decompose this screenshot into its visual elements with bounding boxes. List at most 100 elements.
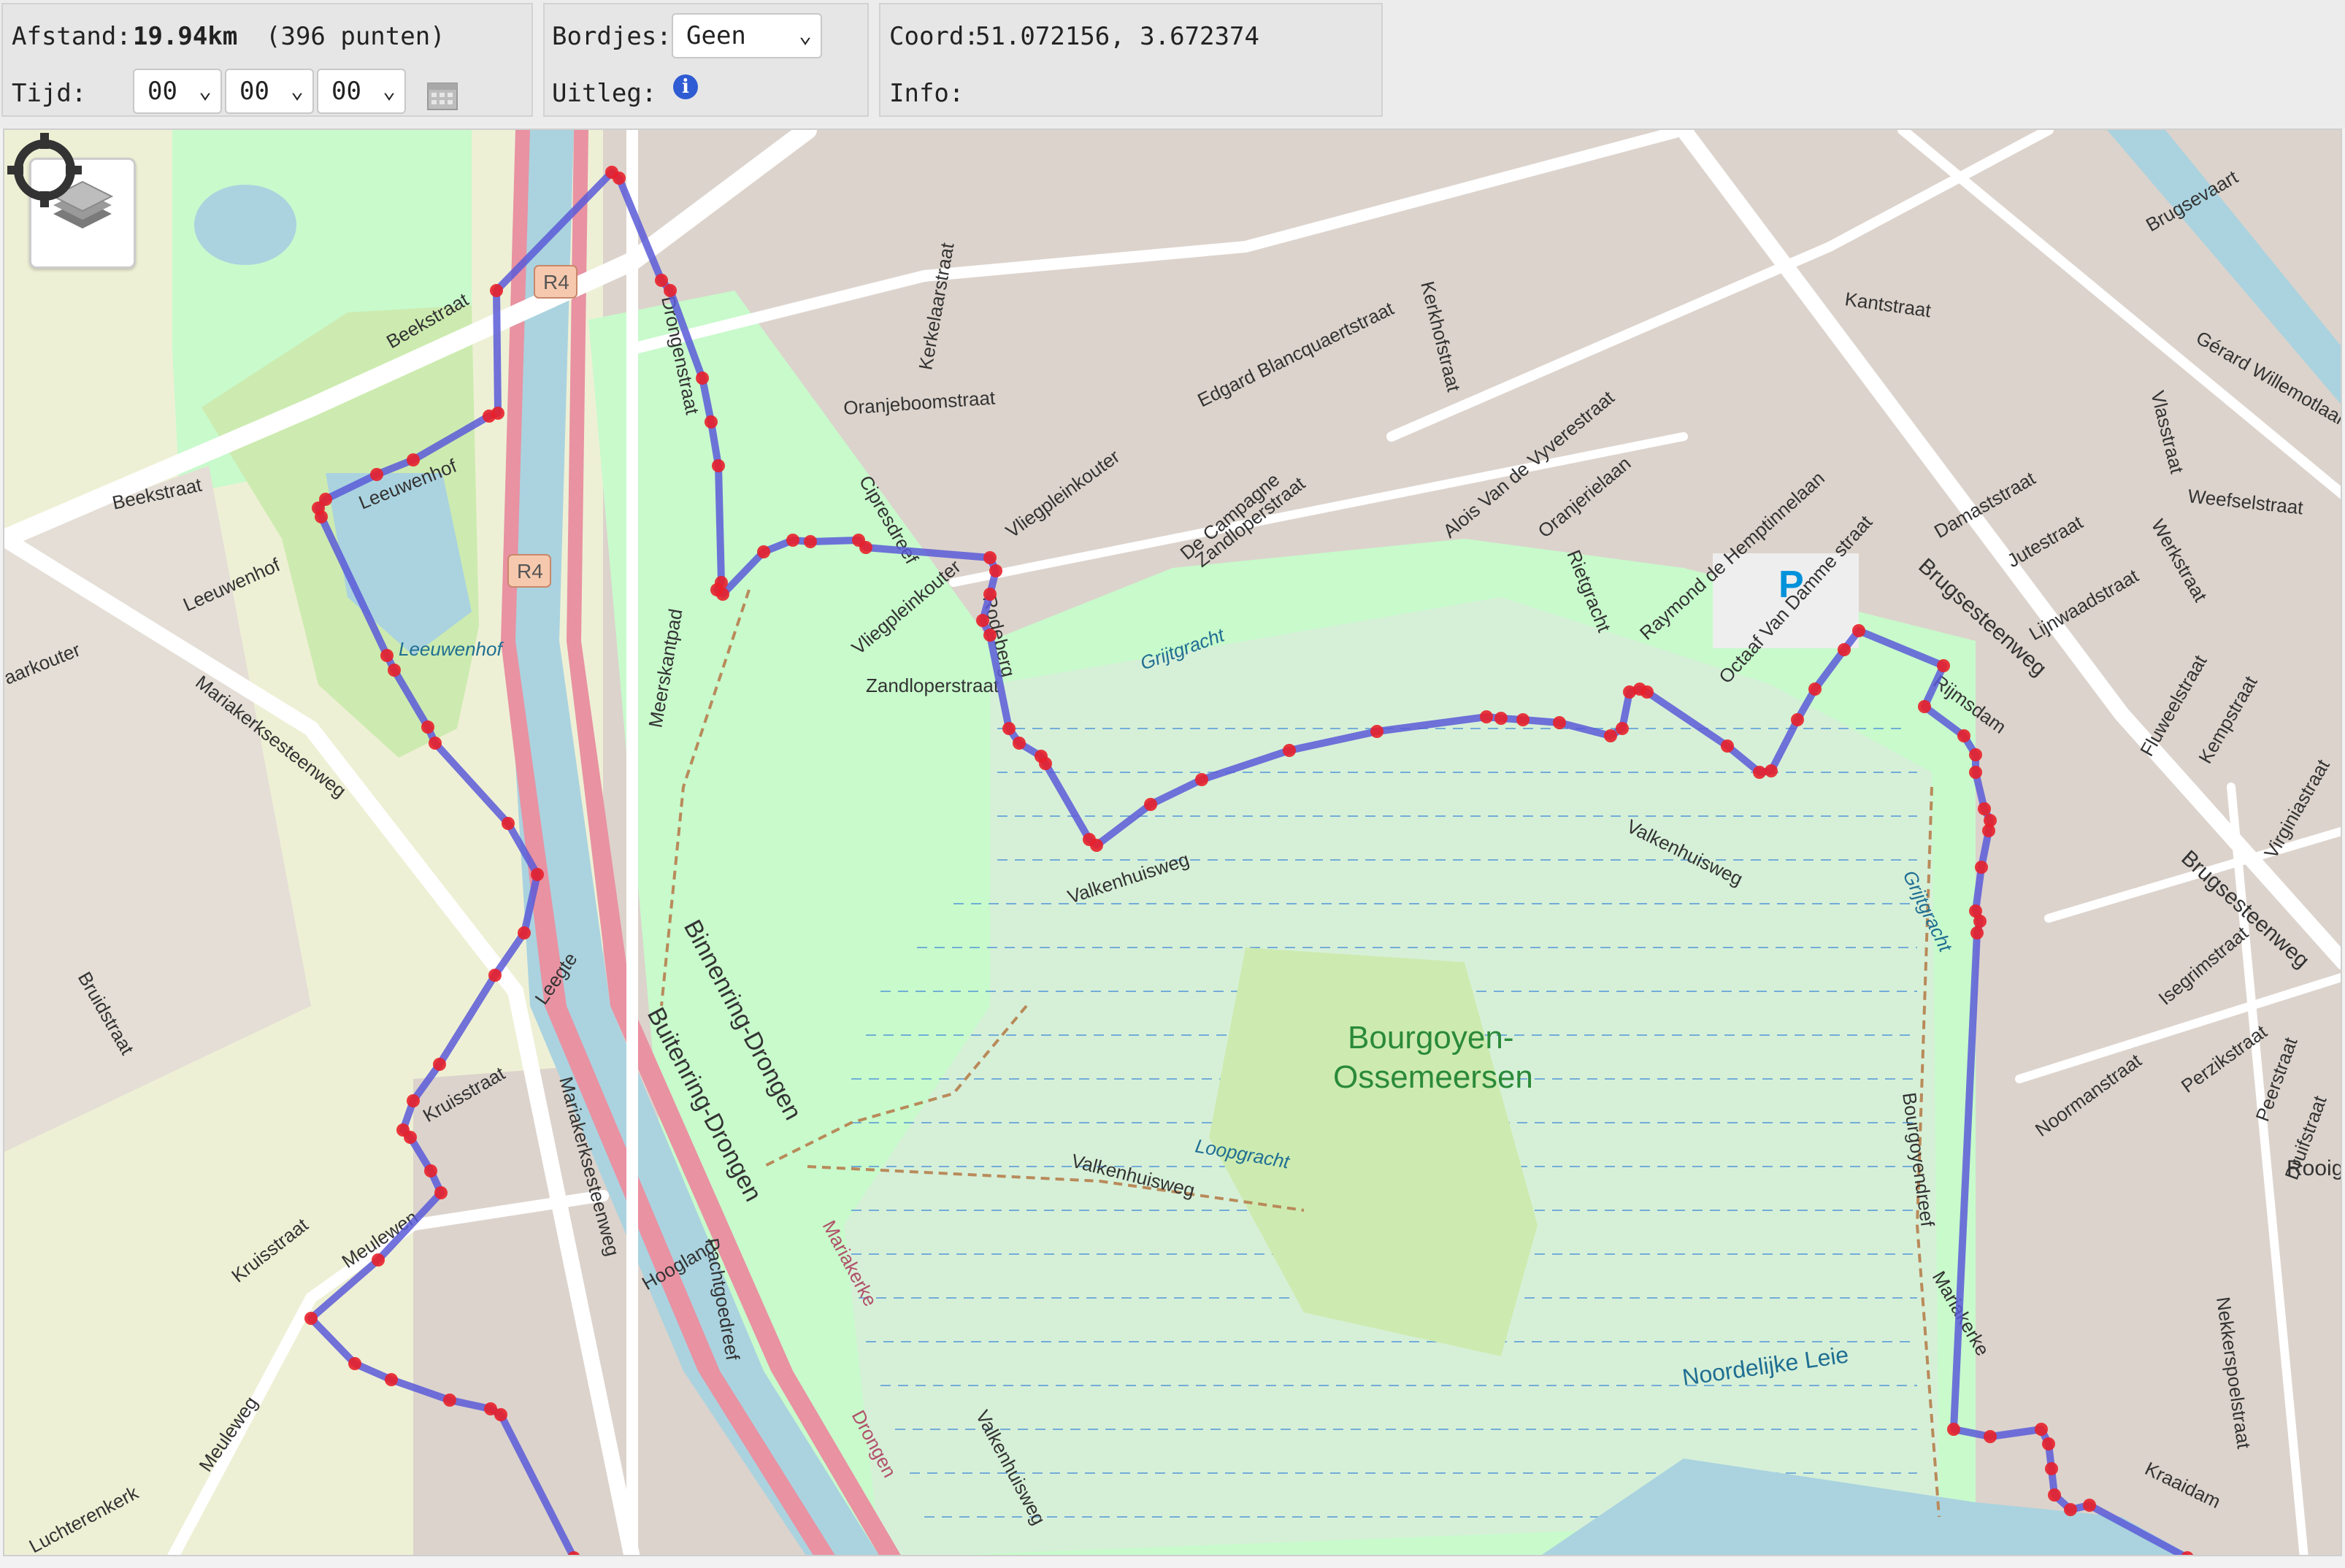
route-point[interactable] bbox=[2045, 1462, 2058, 1475]
route-point[interactable] bbox=[786, 534, 799, 547]
route-point[interactable] bbox=[2048, 1488, 2061, 1502]
route-point[interactable] bbox=[1947, 1423, 1960, 1436]
route-point[interactable] bbox=[1984, 1430, 1997, 1443]
route-point[interactable] bbox=[705, 415, 718, 428]
route-point[interactable] bbox=[696, 372, 709, 385]
legend-label: Uitleg: bbox=[552, 79, 657, 108]
route-point[interactable] bbox=[2064, 1503, 2077, 1516]
route-point[interactable] bbox=[304, 1312, 318, 1325]
route-point[interactable] bbox=[1721, 739, 1734, 753]
route-point[interactable] bbox=[989, 564, 1002, 577]
route-point[interactable] bbox=[385, 1373, 398, 1386]
route-point[interactable] bbox=[380, 649, 394, 662]
route-point[interactable] bbox=[370, 468, 383, 481]
route-point[interactable] bbox=[319, 493, 332, 506]
map-view[interactable]: P R4 R4 Beekstraat Beekstraat Leeuwenhof… bbox=[3, 128, 2342, 1556]
toolbar: Afstand: 19.94km (396 punten) Tijd: 00 ⌄… bbox=[0, 0, 2345, 128]
route-point[interactable] bbox=[1013, 737, 1026, 750]
route-point[interactable] bbox=[1978, 802, 1991, 815]
route-point[interactable] bbox=[983, 551, 997, 564]
crosshair-icon[interactable] bbox=[4, 130, 85, 210]
route-point[interactable] bbox=[983, 629, 997, 642]
route-point[interactable] bbox=[859, 541, 872, 554]
route-point[interactable] bbox=[502, 817, 515, 830]
route-point[interactable] bbox=[531, 868, 544, 881]
route-point[interactable] bbox=[1852, 624, 1865, 637]
info-label: Info: bbox=[889, 79, 964, 108]
route-point[interactable] bbox=[1975, 861, 1988, 874]
seconds-select[interactable]: 00 ⌄ bbox=[317, 69, 406, 114]
route-point[interactable] bbox=[1480, 710, 1493, 723]
route-point[interactable] bbox=[1838, 643, 1851, 656]
route-point[interactable] bbox=[433, 1058, 446, 1071]
route-point[interactable] bbox=[1144, 798, 1157, 811]
route-point[interactable] bbox=[613, 172, 626, 185]
route-point[interactable] bbox=[2035, 1423, 2048, 1436]
route-point[interactable] bbox=[490, 284, 503, 297]
signs-select[interactable]: Geen ⌄ bbox=[672, 13, 822, 58]
route-point[interactable] bbox=[976, 614, 989, 627]
route-point[interactable] bbox=[1973, 915, 1987, 928]
route-point[interactable] bbox=[1002, 722, 1016, 735]
hours-value: 00 bbox=[147, 77, 177, 106]
route-point[interactable] bbox=[1970, 926, 1984, 939]
route-point[interactable] bbox=[484, 1402, 497, 1415]
route-point[interactable] bbox=[491, 407, 504, 420]
route-point[interactable] bbox=[372, 1253, 385, 1267]
route-point[interactable] bbox=[388, 664, 401, 677]
route-point[interactable] bbox=[396, 1123, 410, 1137]
route-point[interactable] bbox=[1553, 716, 1566, 729]
route-point[interactable] bbox=[424, 1164, 437, 1177]
route-point[interactable] bbox=[1918, 700, 1931, 713]
route-point[interactable] bbox=[1494, 712, 1508, 725]
route-point[interactable] bbox=[429, 737, 442, 750]
route-point[interactable] bbox=[1640, 685, 1654, 699]
route-point[interactable] bbox=[1982, 824, 1995, 837]
route-point[interactable] bbox=[1957, 729, 1970, 742]
signs-label: Bordjes: bbox=[552, 22, 672, 51]
minutes-select[interactable]: 00 ⌄ bbox=[225, 69, 314, 114]
route-point[interactable] bbox=[2083, 1499, 2096, 1512]
route-point[interactable] bbox=[407, 1094, 420, 1107]
hours-select[interactable]: 00 ⌄ bbox=[133, 69, 222, 114]
route-point[interactable] bbox=[1039, 757, 1052, 770]
route-point[interactable] bbox=[1195, 773, 1208, 786]
route-point[interactable] bbox=[348, 1357, 361, 1370]
route-point[interactable] bbox=[1808, 683, 1822, 696]
route-point[interactable] bbox=[664, 284, 677, 297]
route-point[interactable] bbox=[1765, 764, 1778, 777]
route-point[interactable] bbox=[1969, 748, 1982, 761]
route-point[interactable] bbox=[488, 969, 502, 982]
route-point[interactable] bbox=[421, 720, 434, 734]
route-point[interactable] bbox=[804, 535, 817, 548]
shield-label: R4 bbox=[517, 560, 543, 583]
route-point[interactable] bbox=[443, 1394, 456, 1407]
route-point[interactable] bbox=[1090, 839, 1103, 852]
shield-label: R4 bbox=[543, 271, 569, 293]
route-point[interactable] bbox=[1791, 713, 1804, 726]
coord-label: Coord: bbox=[889, 22, 979, 51]
route-point[interactable] bbox=[1370, 725, 1383, 738]
place-label: Bourgoyen- bbox=[1348, 1020, 1513, 1056]
calendar-icon[interactable] bbox=[426, 79, 458, 111]
info-icon[interactable]: i bbox=[673, 74, 698, 99]
route-point[interactable] bbox=[1937, 659, 1950, 672]
distance-time-panel: Afstand: 19.94km (396 punten) Tijd: 00 ⌄… bbox=[1, 3, 533, 117]
route-point[interactable] bbox=[1616, 722, 1629, 735]
map-canvas[interactable]: P R4 R4 Beekstraat Beekstraat Leeuwenhof… bbox=[4, 130, 2342, 1556]
route-point[interactable] bbox=[983, 588, 997, 601]
route-point[interactable] bbox=[1753, 766, 1766, 779]
route-point[interactable] bbox=[1283, 744, 1296, 757]
route-point[interactable] bbox=[712, 459, 725, 472]
time-label: Tijd: bbox=[12, 79, 87, 108]
route-point[interactable] bbox=[757, 545, 770, 558]
route-point[interactable] bbox=[1516, 713, 1530, 726]
route-point[interactable] bbox=[407, 453, 420, 466]
route-point[interactable] bbox=[2042, 1437, 2055, 1450]
route-point[interactable] bbox=[1969, 766, 1982, 779]
route-point[interactable] bbox=[434, 1186, 448, 1199]
route-point[interactable] bbox=[716, 588, 729, 601]
route-point[interactable] bbox=[1604, 729, 1617, 742]
route-point[interactable] bbox=[655, 274, 668, 287]
route-point[interactable] bbox=[518, 926, 531, 939]
